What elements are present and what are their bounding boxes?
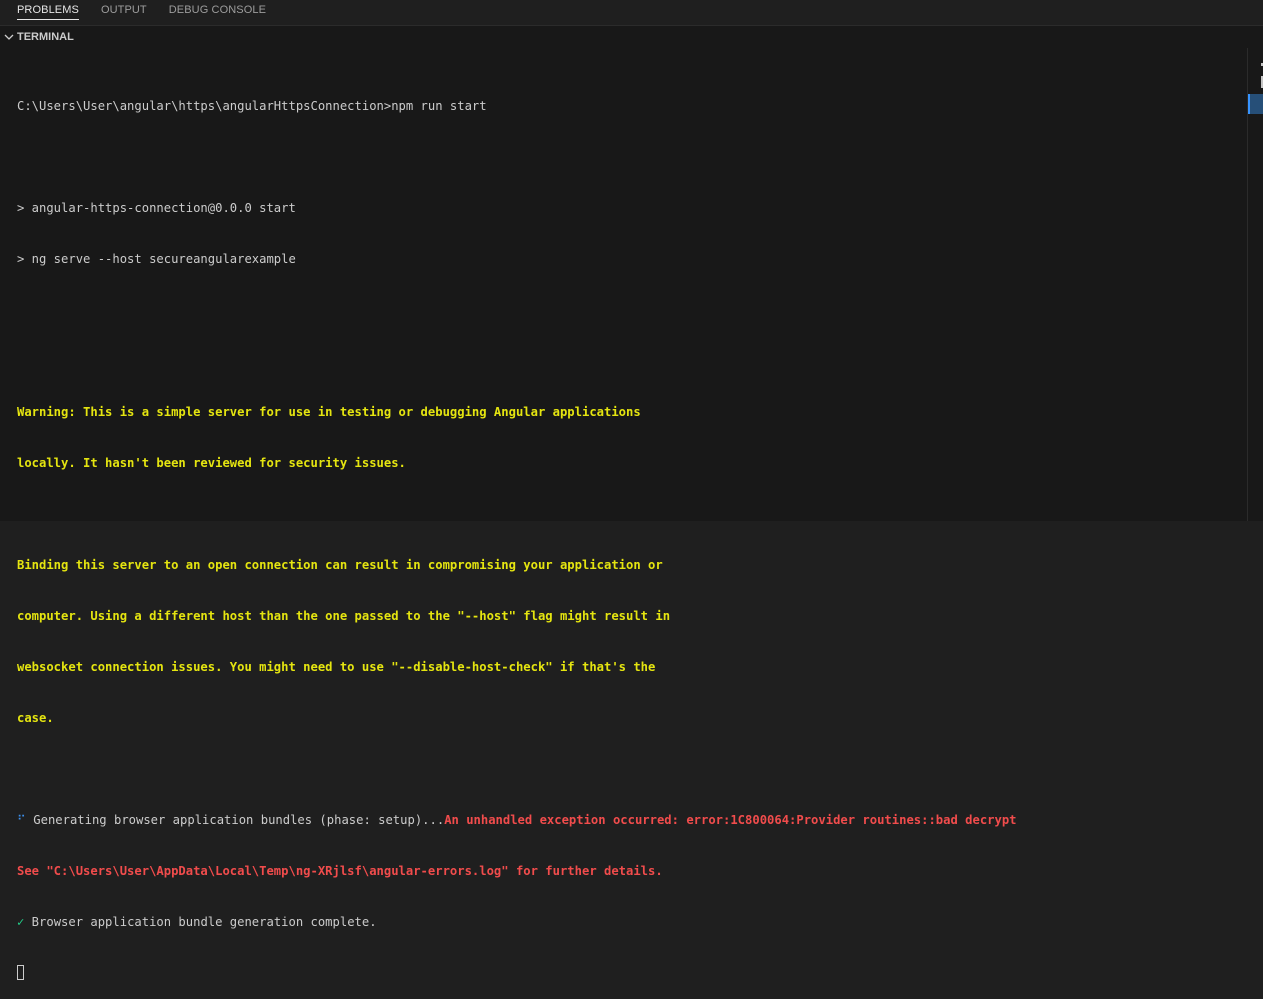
terminal-line-warning-2: locally. It hasn't been reviewed for sec… xyxy=(17,456,406,470)
complete-text: Browser application bundle generation co… xyxy=(24,915,377,929)
terminal-line-binding-4: case. xyxy=(17,711,54,725)
error-text: An unhandled exception occurred: error:1… xyxy=(444,813,1017,827)
tab-debug-console-label: DEBUG CONSOLE xyxy=(168,4,267,16)
terminal-line-binding-3: websocket connection issues. You might n… xyxy=(17,660,656,674)
terminal-side-gutter[interactable] xyxy=(1247,48,1263,521)
terminal-title: TERMINAL xyxy=(17,31,74,43)
tab-problems-label: PROBLEMS xyxy=(17,4,79,20)
terminal-line-binding-1: Binding this server to an open connectio… xyxy=(17,558,663,572)
active-terminal-indicator[interactable] xyxy=(1248,94,1263,114)
terminal-line-script-name: > angular-https-connection@0.0.0 start xyxy=(17,201,296,215)
chevron-down-icon[interactable] xyxy=(2,30,16,44)
tab-debug-console[interactable]: DEBUG CONSOLE xyxy=(158,0,277,25)
terminal-line-cursor xyxy=(17,965,1017,982)
terminal-line-generating: ⠋ Generating browser application bundles… xyxy=(17,812,1017,829)
tab-problems[interactable]: PROBLEMS xyxy=(6,0,90,25)
terminal-output: C:\Users\User\angular\https\angularHttps… xyxy=(17,64,1017,999)
panel-tab-bar: PROBLEMS OUTPUT DEBUG CONSOLE xyxy=(0,0,1263,25)
terminal-cursor[interactable] xyxy=(17,965,24,980)
terminal-line-see-log: See "C:\Users\User\AppData\Local\Temp\ng… xyxy=(17,864,663,878)
generating-text: Generating browser application bundles (… xyxy=(25,813,445,827)
terminal-line-warning-1: Warning: This is a simple server for use… xyxy=(17,405,641,419)
spinner-icon: ⠋ xyxy=(17,813,26,827)
checkmark-icon: ✓ xyxy=(17,915,25,929)
terminal-line-prompt: C:\Users\User\angular\https\angularHttps… xyxy=(17,99,487,113)
terminal-section-header[interactable]: TERMINAL xyxy=(0,25,1263,48)
tab-output[interactable]: OUTPUT xyxy=(90,0,158,25)
terminal-line-complete: ✓ Browser application bundle generation … xyxy=(17,914,1017,931)
terminal-line-binding-2: computer. Using a different host than th… xyxy=(17,609,671,623)
terminal-line-script-cmd: > ng serve --host secureangularexample xyxy=(17,252,296,266)
tab-output-label: OUTPUT xyxy=(100,4,147,16)
